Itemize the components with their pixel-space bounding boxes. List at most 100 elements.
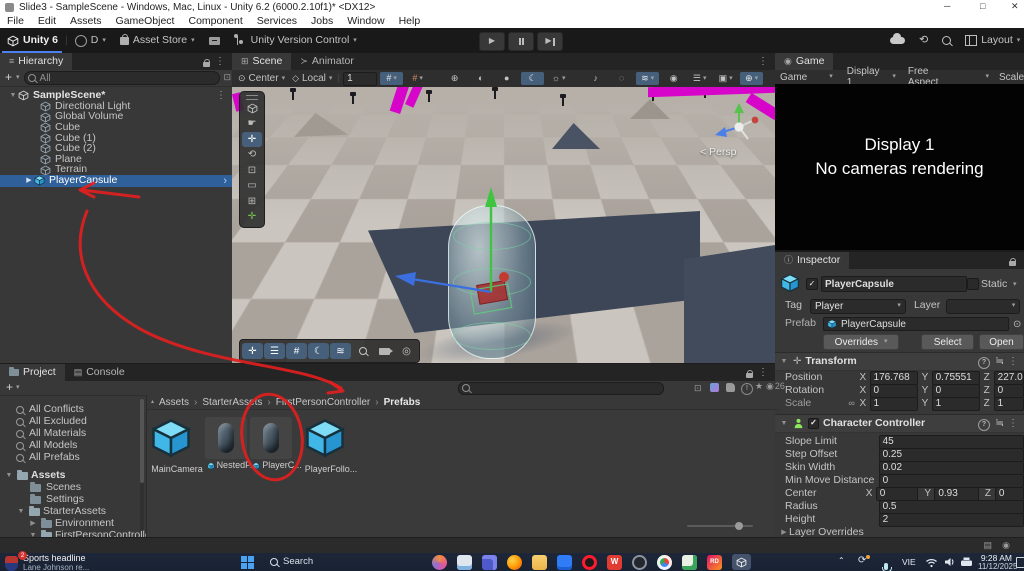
- tab-project[interactable]: Project: [0, 364, 65, 381]
- undo-history-icon[interactable]: ⟲: [919, 34, 928, 46]
- pivot-mode-dropdown[interactable]: ⊙Center▾: [236, 72, 287, 85]
- notification-center-icon[interactable]: [1016, 557, 1024, 568]
- object-name-field[interactable]: PlayerCapsule: [821, 276, 967, 292]
- orientation-dropdown[interactable]: ◇Local▾: [290, 72, 334, 85]
- help-icon[interactable]: ?: [978, 357, 990, 369]
- tab-hierarchy[interactable]: ≡ Hierarchy: [0, 53, 72, 70]
- lighting-overlay-icon[interactable]: ☾: [308, 343, 329, 359]
- center-z-field[interactable]: 0: [995, 487, 1024, 501]
- unity-taskbar-icon[interactable]: [732, 554, 751, 570]
- play-button[interactable]: ▶: [479, 32, 505, 51]
- scene-audio-toggle[interactable]: ♪: [584, 72, 607, 85]
- asset-playercapsule[interactable]: PlayerC...: [250, 417, 304, 471]
- scene-fx-dropdown[interactable]: ≋▾: [636, 72, 659, 85]
- position-x-field[interactable]: 176.768: [870, 371, 918, 385]
- notes-app-icon[interactable]: [682, 555, 697, 570]
- tray-clock[interactable]: 9:28 AM 11/12/2025: [978, 554, 1012, 571]
- search-filter-icon[interactable]: ⊡: [224, 73, 232, 83]
- position-y-field[interactable]: 0.75551: [932, 371, 980, 385]
- tree-environment[interactable]: ▶Environment: [28, 518, 114, 530]
- move-gizmo[interactable]: [382, 179, 602, 351]
- tab-inspector[interactable]: ⓘ Inspector: [775, 252, 849, 269]
- chrome-icon[interactable]: [657, 555, 672, 570]
- tree-scenes[interactable]: Scenes: [30, 482, 81, 494]
- open-button[interactable]: Open: [979, 334, 1024, 350]
- version-control-dropdown[interactable]: Unity Version Control ▾: [227, 28, 364, 53]
- crumb-starterassets[interactable]: StarterAssets: [202, 397, 262, 408]
- hierarchy-item-playercapsule[interactable]: ▶ PlayerCapsule ›: [0, 175, 232, 187]
- widgets-button[interactable]: 2 Sports headline Lane Johnson re...: [5, 554, 143, 571]
- render-mode-toggle[interactable]: ⊕: [443, 72, 466, 85]
- teams-icon[interactable]: [482, 555, 497, 570]
- alert-icon[interactable]: !: [741, 383, 753, 395]
- speaker-icon[interactable]: [944, 557, 956, 567]
- skin-width-field[interactable]: 0.02: [879, 461, 1024, 475]
- scale-tool[interactable]: ⊡: [242, 163, 262, 178]
- tree-starterassets[interactable]: ▼StarterAssets: [16, 506, 106, 518]
- project-menu-icon[interactable]: ⋮: [758, 367, 768, 378]
- custom-tool[interactable]: ✛: [242, 210, 262, 225]
- step-button[interactable]: ▶: [537, 32, 563, 51]
- foldout-collapsed-icon[interactable]: ▶: [24, 177, 34, 185]
- wifi-icon[interactable]: [925, 557, 938, 568]
- tree-settings[interactable]: Settings: [30, 494, 84, 506]
- pause-button[interactable]: [508, 32, 534, 51]
- close-button[interactable]: ✕: [1011, 2, 1019, 12]
- static-dropdown-icon[interactable]: ▾: [1013, 281, 1017, 289]
- firefox-icon[interactable]: [507, 555, 522, 570]
- component-enabled-checkbox[interactable]: ✓: [808, 418, 819, 429]
- menu-edit[interactable]: Edit: [31, 15, 63, 28]
- hierarchy-item-plane[interactable]: Plane: [0, 154, 232, 165]
- collapse-arrow-icon[interactable]: ▴: [151, 399, 154, 406]
- scene-menu-icon[interactable]: ⋮: [758, 56, 768, 67]
- camera-preview-toggle[interactable]: ◌: [610, 72, 633, 85]
- compass-overlay-icon[interactable]: ◎: [396, 343, 417, 359]
- chevron-down-icon[interactable]: ▾: [16, 74, 20, 82]
- menu-window[interactable]: Window: [340, 15, 391, 28]
- overrides-button[interactable]: Overrides▾: [823, 334, 899, 350]
- select-button[interactable]: Select: [921, 334, 974, 350]
- opera-icon[interactable]: [582, 555, 597, 570]
- menu-component[interactable]: Component: [181, 15, 249, 28]
- search-by-type-icon[interactable]: ⊡: [694, 384, 702, 394]
- thumbnail-zoom-slider[interactable]: [687, 525, 753, 527]
- grid-overlay-icon[interactable]: #: [286, 343, 307, 359]
- add-asset-button[interactable]: +: [6, 381, 13, 394]
- wps-icon[interactable]: W: [607, 555, 622, 570]
- status-activity-icon[interactable]: ◉: [1002, 541, 1010, 551]
- account-dropdown[interactable]: D ▾: [68, 28, 113, 53]
- foldout-expanded-icon[interactable]: ▼: [8, 92, 18, 100]
- language-indicator[interactable]: VIE: [902, 558, 916, 567]
- hierarchy-search-input[interactable]: All: [24, 71, 220, 85]
- obs-icon[interactable]: [632, 555, 647, 570]
- layer-dropdown[interactable]: ▾: [946, 299, 1020, 314]
- scene-viewport[interactable]: < Persp ☛ ✛ ⟲ ⊡ ▭ ⊞ ✛ ✛ ☰ # ☾ ≋ ◎: [232, 87, 775, 363]
- transform-tool[interactable]: ⊞: [242, 194, 262, 209]
- lock-icon[interactable]: [1009, 258, 1016, 270]
- crumb-firstpersoncontroller[interactable]: FirstPersonController: [276, 397, 370, 408]
- grid-visibility-dropdown[interactable]: #▾: [406, 72, 429, 85]
- favorite-all-excluded[interactable]: All Excluded: [16, 416, 87, 428]
- radius-field[interactable]: 0.5: [879, 500, 1024, 514]
- menu-jobs[interactable]: Jobs: [304, 15, 340, 28]
- 2d-view-toggle[interactable]: ●: [495, 72, 518, 85]
- game-viewport[interactable]: Display 1 No cameras rendering: [775, 84, 1024, 250]
- menu-assets[interactable]: Assets: [63, 15, 109, 28]
- position-z-field[interactable]: 227.091: [994, 371, 1024, 385]
- asset-store-dropdown[interactable]: Asset Store ▾: [113, 28, 202, 53]
- overlay-drag-handle[interactable]: [246, 95, 258, 100]
- file-explorer-icon[interactable]: [457, 555, 472, 570]
- tab-animator[interactable]: ≻ Animator: [291, 53, 363, 70]
- hierarchy-item-global-volume[interactable]: Global Volume: [0, 112, 232, 123]
- active-checkbox[interactable]: ✓: [806, 278, 818, 290]
- game-mode-dropdown[interactable]: Game▾: [775, 72, 833, 83]
- scale-y-field[interactable]: 1: [932, 397, 980, 411]
- scale-z-field[interactable]: 1: [994, 397, 1024, 411]
- chevron-down-icon[interactable]: ▾: [16, 384, 20, 392]
- search-overlay-icon[interactable]: [352, 343, 373, 359]
- move-tool[interactable]: ✛: [242, 132, 262, 147]
- favorite-all-models[interactable]: All Models: [16, 440, 77, 452]
- shaded-wireframe-toggle[interactable]: ◐: [469, 72, 492, 85]
- camera-overlay-icon[interactable]: [374, 343, 395, 359]
- printer-icon[interactable]: [960, 557, 973, 567]
